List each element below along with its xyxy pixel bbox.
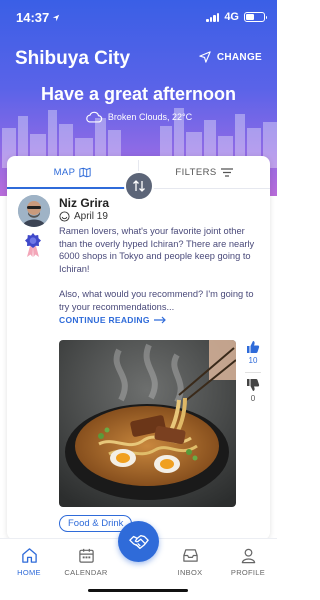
nav-profile-label: PROFILE bbox=[230, 568, 266, 577]
calendar-icon bbox=[78, 548, 94, 563]
home-indicator bbox=[88, 589, 188, 592]
ramen-photo bbox=[59, 340, 236, 507]
downvote-button[interactable]: 0 bbox=[245, 378, 261, 403]
continue-reading-label: CONTINUE READING bbox=[59, 315, 150, 325]
swap-view-button[interactable] bbox=[124, 171, 154, 201]
post-paragraph-1: Ramen lovers, what's your favorite joint… bbox=[59, 226, 255, 274]
location-arrow-icon bbox=[53, 14, 60, 21]
battery-icon bbox=[244, 12, 267, 22]
map-icon bbox=[79, 167, 92, 178]
tab-map-label: MAP bbox=[53, 167, 76, 178]
nav-inbox[interactable]: INBOX bbox=[164, 545, 216, 577]
downvote-count: 0 bbox=[250, 394, 256, 403]
tab-filters[interactable]: FILTERS bbox=[138, 156, 270, 189]
signal-icon bbox=[206, 12, 220, 22]
city-title: Shibuya City bbox=[15, 48, 131, 69]
continue-reading-link[interactable]: CONTINUE READING bbox=[59, 315, 166, 325]
change-label: CHANGE bbox=[216, 51, 262, 63]
weather-info: Broken Clouds, 22°C bbox=[0, 111, 277, 123]
weather-text: Broken Clouds, 22°C bbox=[107, 112, 193, 122]
filter-icon bbox=[220, 168, 233, 177]
author-name[interactable]: Niz Grira bbox=[59, 196, 109, 210]
nav-calendar[interactable]: CALENDAR bbox=[60, 545, 112, 577]
vote-divider bbox=[245, 372, 261, 373]
avatar[interactable] bbox=[18, 195, 50, 227]
post-date: April 19 bbox=[59, 211, 108, 222]
handshake-icon bbox=[128, 534, 149, 549]
greeting-text: Have a great afternoon bbox=[40, 84, 237, 104]
profile-icon bbox=[241, 548, 255, 563]
inbox-icon bbox=[182, 548, 198, 562]
nav-calendar-label: CALENDAR bbox=[64, 568, 108, 577]
avatar-image bbox=[18, 195, 50, 227]
arrow-right-icon bbox=[153, 316, 166, 324]
home-icon bbox=[21, 547, 37, 563]
status-time: 14:37 bbox=[16, 10, 50, 25]
feed-card: MAP FILTERS Niz Grira April 19 Ramen lov… bbox=[7, 156, 270, 540]
tab-map[interactable]: MAP bbox=[7, 156, 138, 189]
rank-badge-icon bbox=[25, 233, 41, 257]
cloud-icon bbox=[86, 111, 103, 123]
network-type: 4G bbox=[224, 11, 239, 23]
swap-arrows-icon bbox=[133, 180, 145, 192]
clock-icon bbox=[59, 211, 70, 222]
status-bar: 14:37 4G bbox=[0, 0, 277, 34]
nav-home-label: HOME bbox=[17, 568, 41, 577]
post-image-ramen[interactable] bbox=[59, 340, 236, 507]
nav-inbox-label: INBOX bbox=[177, 568, 203, 577]
nav-home[interactable]: HOME bbox=[3, 545, 55, 577]
active-tab-indicator bbox=[7, 187, 138, 189]
post-body: Ramen lovers, what's your favorite joint… bbox=[59, 225, 259, 313]
upvote-button[interactable]: 10 bbox=[245, 340, 261, 365]
post-paragraph-2: Also, what would you recommend? I'm goin… bbox=[59, 288, 254, 312]
nav-profile[interactable]: PROFILE bbox=[222, 545, 274, 577]
meetup-fab-button[interactable] bbox=[118, 521, 159, 562]
upvote-count: 10 bbox=[248, 356, 258, 365]
thumbs-down-icon bbox=[247, 379, 260, 391]
post-date-text: April 19 bbox=[74, 211, 108, 222]
thumbs-up-icon bbox=[247, 341, 260, 353]
navigation-arrow-icon bbox=[199, 51, 211, 63]
tab-filters-label: FILTERS bbox=[175, 167, 217, 178]
change-location-button[interactable]: CHANGE bbox=[199, 51, 262, 63]
